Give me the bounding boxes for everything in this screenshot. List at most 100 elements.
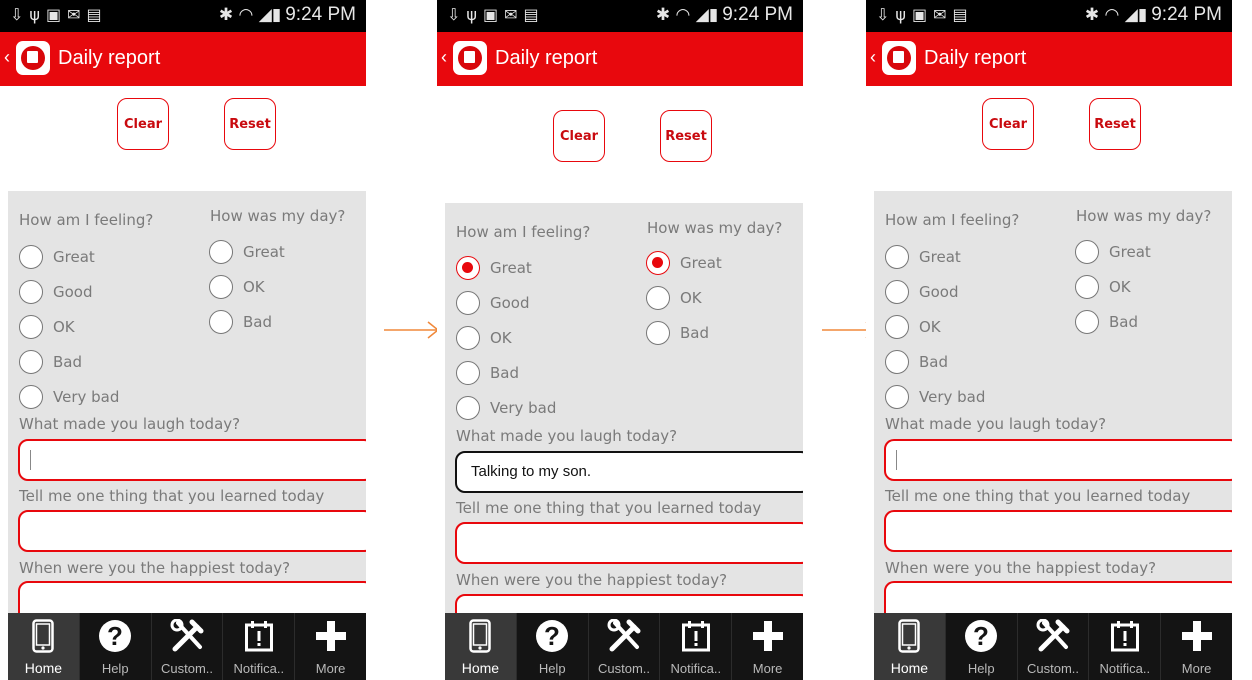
- feeling-option-very-bad[interactable]: Very bad: [456, 395, 556, 421]
- feeling-option-ok[interactable]: OK: [456, 325, 512, 351]
- feeling-option-good[interactable]: Good: [19, 279, 93, 305]
- laugh-input[interactable]: [18, 439, 366, 481]
- back-chevron-icon[interactable]: ‹: [4, 47, 10, 68]
- radio-button[interactable]: [19, 280, 43, 304]
- feeling-option-good[interactable]: Good: [885, 279, 959, 305]
- radio-button[interactable]: [885, 245, 909, 269]
- radio-button[interactable]: [19, 245, 43, 269]
- system-icons: ✱ ◠ ◢▮ 9:24 PM: [1085, 4, 1222, 26]
- radio-button-selected[interactable]: [456, 256, 480, 280]
- nav-customize[interactable]: Custom..: [150, 613, 223, 680]
- app-logo-icon[interactable]: [882, 41, 916, 75]
- day-option-great[interactable]: Great: [209, 239, 285, 265]
- nav-home[interactable]: Home: [874, 613, 945, 680]
- learned-input[interactable]: [455, 522, 803, 564]
- happiest-question-label: When were you the happiest today?: [456, 571, 728, 589]
- day-option-bad[interactable]: Bad: [1075, 309, 1138, 335]
- screen-3: ⇩ψ▣✉▤ ✱ ◠ ◢▮ 9:24 PM ‹ Daily report Clear…: [866, 0, 1232, 680]
- radio-button[interactable]: [209, 310, 233, 334]
- day-option-great[interactable]: Great: [1075, 239, 1151, 265]
- feeling-option-bad[interactable]: Bad: [885, 349, 948, 375]
- radio-button[interactable]: [646, 321, 670, 345]
- feeling-option-great[interactable]: Great: [456, 255, 532, 281]
- feeling-option-very-bad[interactable]: Very bad: [19, 384, 119, 410]
- radio-button[interactable]: [646, 286, 670, 310]
- feeling-option-great[interactable]: Great: [19, 244, 95, 270]
- app-logo-icon[interactable]: [453, 41, 487, 75]
- reset-button[interactable]: Reset: [660, 110, 712, 162]
- laugh-question-label: What made you laugh today?: [885, 415, 1107, 433]
- nav-more[interactable]: More: [731, 613, 803, 680]
- radio-button[interactable]: [1075, 310, 1099, 334]
- radio-button[interactable]: [19, 315, 43, 339]
- learned-input[interactable]: [884, 510, 1232, 552]
- feeling-option-good[interactable]: Good: [456, 290, 530, 316]
- day-question-label: How was my day?: [210, 207, 346, 225]
- feeling-option-very-bad[interactable]: Very bad: [885, 384, 985, 410]
- clear-button[interactable]: Clear: [117, 98, 169, 150]
- nav-help[interactable]: ? Help: [515, 613, 588, 680]
- happiest-question-label: When were you the happiest today?: [885, 559, 1157, 577]
- app-logo-icon[interactable]: [16, 41, 50, 75]
- radio-button[interactable]: [885, 315, 909, 339]
- clear-button[interactable]: Clear: [982, 98, 1034, 150]
- radio-button[interactable]: [1075, 240, 1099, 264]
- nav-customize[interactable]: Custom..: [1016, 613, 1089, 680]
- clear-button[interactable]: Clear: [553, 110, 605, 162]
- day-option-ok[interactable]: OK: [1075, 274, 1131, 300]
- radio-button[interactable]: [456, 291, 480, 315]
- feeling-option-great[interactable]: Great: [885, 244, 961, 270]
- day-option-ok[interactable]: OK: [209, 274, 265, 300]
- nav-notifications[interactable]: Notifica..: [1088, 613, 1160, 680]
- nav-more[interactable]: More: [294, 613, 366, 680]
- feeling-option-ok[interactable]: OK: [885, 314, 941, 340]
- bluetooth-icon: ✱: [655, 5, 671, 25]
- day-option-bad[interactable]: Bad: [646, 320, 709, 346]
- transition-arrow-icon: [384, 321, 440, 339]
- radio-button[interactable]: [19, 385, 43, 409]
- radio-button[interactable]: [456, 326, 480, 350]
- radio-button[interactable]: [456, 396, 480, 420]
- nav-more[interactable]: More: [1160, 613, 1232, 680]
- bottom-nav: Home ? Help Custom.. Notifica.. More: [445, 613, 803, 680]
- back-chevron-icon[interactable]: ‹: [441, 47, 447, 68]
- system-icons: ✱ ◠ ◢▮ 9:24 PM: [656, 4, 793, 26]
- battery-icon: ▮: [1137, 5, 1148, 25]
- reset-button[interactable]: Reset: [1089, 98, 1141, 150]
- radio-button[interactable]: [209, 275, 233, 299]
- laugh-input[interactable]: [884, 439, 1232, 481]
- radio-button[interactable]: [456, 361, 480, 385]
- learned-question-label: Tell me one thing that you learned today: [19, 487, 325, 505]
- feeling-option-bad[interactable]: Bad: [456, 360, 519, 386]
- day-option-great[interactable]: Great: [646, 250, 722, 276]
- radio-button[interactable]: [885, 350, 909, 374]
- day-option-bad[interactable]: Bad: [209, 309, 272, 335]
- reset-button[interactable]: Reset: [224, 98, 276, 150]
- radio-button[interactable]: [1075, 275, 1099, 299]
- notification-calendar-icon: [1089, 619, 1160, 655]
- screen-2: ⇩ψ▣✉▤ ✱ ◠ ◢▮ 9:24 PM ‹ Daily report Clear…: [437, 0, 803, 680]
- nav-home[interactable]: Home: [445, 613, 516, 680]
- phone-icon: [445, 619, 516, 655]
- help-icon: ?: [80, 619, 151, 655]
- nav-customize[interactable]: Custom..: [587, 613, 660, 680]
- app-title: Daily report: [58, 47, 161, 69]
- nav-notifications[interactable]: Notifica..: [222, 613, 294, 680]
- svg-text:?: ?: [544, 621, 560, 651]
- nav-help[interactable]: ? Help: [78, 613, 151, 680]
- feeling-option-bad[interactable]: Bad: [19, 349, 82, 375]
- back-chevron-icon[interactable]: ‹: [870, 47, 876, 68]
- day-option-ok[interactable]: OK: [646, 285, 702, 311]
- radio-button[interactable]: [885, 385, 909, 409]
- nav-notifications[interactable]: Notifica..: [659, 613, 731, 680]
- radio-button-selected[interactable]: [646, 251, 670, 275]
- feeling-option-ok[interactable]: OK: [19, 314, 75, 340]
- app-title: Daily report: [924, 47, 1027, 69]
- radio-button[interactable]: [19, 350, 43, 374]
- radio-button[interactable]: [209, 240, 233, 264]
- radio-button[interactable]: [885, 280, 909, 304]
- nav-help[interactable]: ? Help: [944, 613, 1017, 680]
- nav-home[interactable]: Home: [8, 613, 79, 680]
- learned-input[interactable]: [18, 510, 366, 552]
- laugh-input[interactable]: Talking to my son.: [455, 451, 803, 493]
